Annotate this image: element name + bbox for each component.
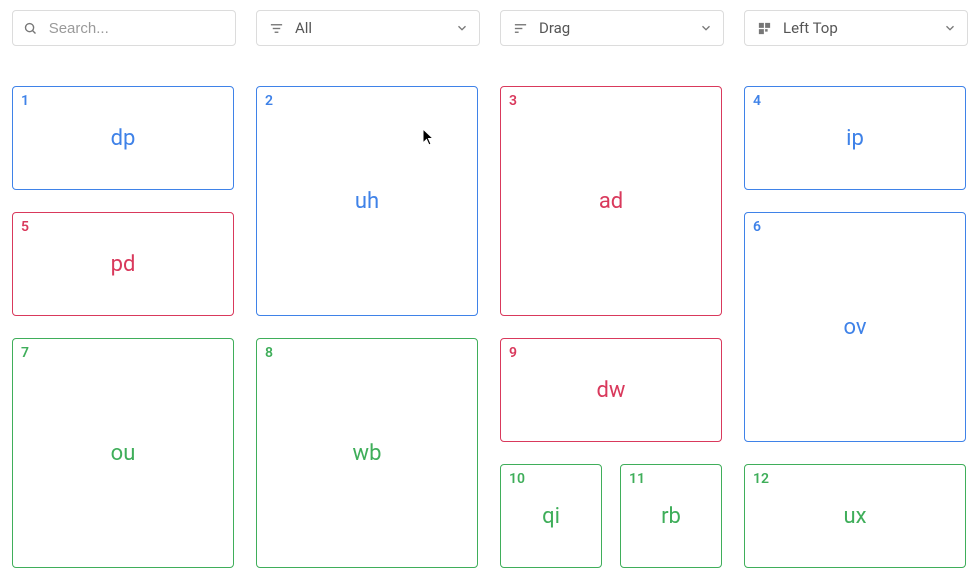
card-9[interactable]: 9 dw — [500, 338, 722, 442]
chevron-down-icon — [699, 21, 713, 35]
card-number: 11 — [629, 471, 645, 487]
chevron-down-icon — [943, 21, 957, 35]
card-number: 6 — [753, 219, 761, 235]
card-number: 8 — [265, 345, 273, 361]
filter-icon — [267, 21, 285, 36]
card-text: dp — [111, 126, 136, 151]
card-2[interactable]: 2 uh — [256, 86, 478, 316]
mode-select[interactable]: Drag — [500, 10, 724, 46]
card-6[interactable]: 6 ov — [744, 212, 966, 442]
grid-icon — [755, 21, 773, 36]
card-text: ov — [843, 315, 866, 340]
card-text: uh — [355, 189, 379, 214]
card-7[interactable]: 7 ou — [12, 338, 234, 568]
card-text: pd — [111, 252, 136, 277]
card-text: ad — [599, 189, 623, 214]
card-number: 10 — [509, 471, 525, 487]
sort-icon — [511, 21, 529, 36]
search-input[interactable] — [49, 20, 225, 37]
card-number: 2 — [265, 93, 273, 109]
card-4[interactable]: 4 ip — [744, 86, 966, 190]
align-select[interactable]: Left Top — [744, 10, 968, 46]
card-text: ux — [843, 504, 866, 529]
card-5[interactable]: 5 pd — [12, 212, 234, 316]
card-1[interactable]: 1 dp — [12, 86, 234, 190]
filter-label: All — [295, 19, 455, 37]
card-text: ou — [111, 441, 136, 466]
card-number: 5 — [21, 219, 29, 235]
card-10[interactable]: 10 qi — [500, 464, 602, 568]
card-8[interactable]: 8 wb — [256, 338, 478, 568]
card-number: 9 — [509, 345, 517, 361]
align-label: Left Top — [783, 19, 943, 37]
card-text: dw — [597, 378, 626, 403]
card-number: 1 — [21, 93, 29, 109]
search-box[interactable] — [12, 10, 236, 46]
card-number: 3 — [509, 93, 517, 109]
card-text: rb — [661, 504, 681, 529]
card-12[interactable]: 12 ux — [744, 464, 966, 568]
card-text: ip — [846, 126, 864, 151]
card-number: 7 — [21, 345, 29, 361]
toolbar: All Drag — [0, 0, 980, 56]
card-11[interactable]: 11 rb — [620, 464, 722, 568]
card-text: qi — [542, 504, 560, 529]
card-grid: 1 dp 2 uh 3 ad 4 ip 5 pd 6 ov 7 ou 8 wb 9 dw 10 qi 11 rb 12 ux — [0, 56, 980, 576]
chevron-down-icon — [455, 21, 469, 35]
card-text: wb — [353, 441, 382, 466]
card-number: 4 — [753, 93, 761, 109]
search-icon — [23, 21, 39, 36]
filter-select[interactable]: All — [256, 10, 480, 46]
card-3[interactable]: 3 ad — [500, 86, 722, 316]
mode-label: Drag — [539, 19, 699, 37]
card-number: 12 — [753, 471, 769, 487]
